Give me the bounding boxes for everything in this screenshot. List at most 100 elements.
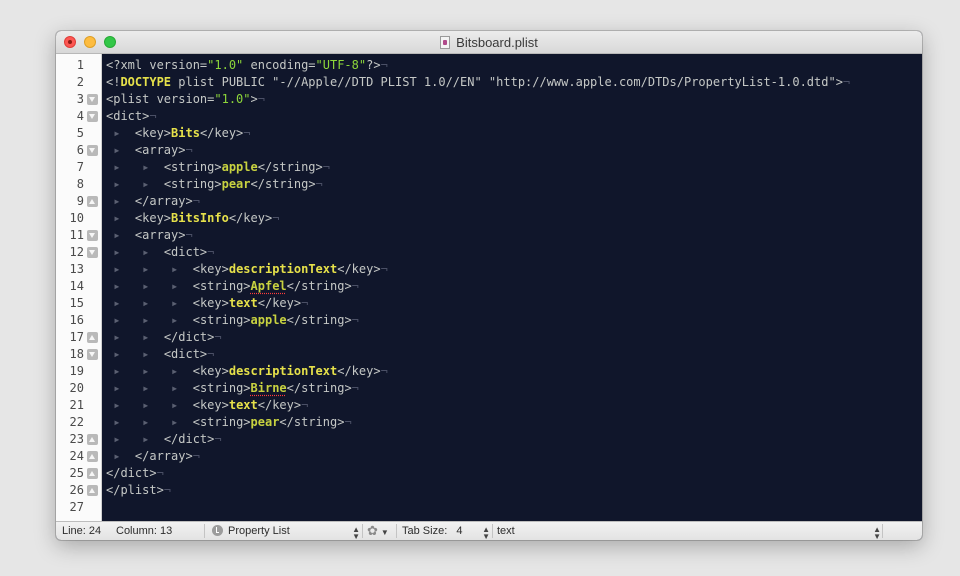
- title-bar: Bitsboard.plist: [56, 31, 922, 54]
- code-line[interactable]: ▸ ▸ <string>pear</string>¬: [102, 176, 922, 193]
- code-line[interactable]: </plist>¬: [102, 482, 922, 499]
- window-title: Bitsboard.plist: [56, 31, 922, 54]
- code-line-text: <?xml version="1.0" encoding="UTF-8"?>¬: [106, 57, 388, 74]
- code-line[interactable]: <dict>¬: [102, 108, 922, 125]
- fold-collapse-icon[interactable]: [87, 145, 98, 156]
- code-line[interactable]: ▸ <array>¬: [102, 227, 922, 244]
- gutter-row: 2: [56, 74, 101, 91]
- code-line-text: ▸ <array>¬: [106, 142, 193, 159]
- markup-token: </key>: [257, 398, 302, 412]
- line-number: 22: [69, 415, 84, 429]
- code-line[interactable]: <!DOCTYPE plist PUBLIC "-//Apple//DTD PL…: [102, 74, 922, 91]
- line-number: 5: [76, 126, 84, 140]
- gutter-row: 9: [56, 193, 101, 210]
- fold-collapse-icon[interactable]: [87, 111, 98, 122]
- code-line[interactable]: ▸ ▸ </dict>¬: [102, 431, 922, 448]
- code-line-text: ▸ ▸ </dict>¬: [106, 431, 221, 448]
- end-of-line-marker-icon: ¬: [185, 143, 193, 157]
- token-value: BitsInfo: [171, 211, 229, 225]
- plist-document-icon: [440, 36, 451, 49]
- indent-guide-icon: ▸: [106, 432, 135, 446]
- fold-end-icon[interactable]: [87, 451, 98, 462]
- line-number: 27: [69, 500, 84, 514]
- code-line[interactable]: ▸ ▸ <dict>¬: [102, 346, 922, 363]
- code-line[interactable]: ▸ ▸ ▸ <string>pear</string>¬: [102, 414, 922, 431]
- code-line[interactable]: <plist version="1.0">¬: [102, 91, 922, 108]
- indent-guide-icon: ▸: [163, 381, 193, 395]
- gutter-row: 25: [56, 465, 101, 482]
- end-of-line-marker-icon: ¬: [185, 228, 193, 242]
- fold-collapse-icon[interactable]: [87, 349, 98, 360]
- fold-collapse-icon[interactable]: [87, 247, 98, 258]
- code-line[interactable]: ▸ ▸ </dict>¬: [102, 329, 922, 346]
- fold-collapse-icon[interactable]: [87, 94, 98, 105]
- code-line[interactable]: ▸ ▸ ▸ <string>apple</string>¬: [102, 312, 922, 329]
- code-line[interactable]: ▸ <array>¬: [102, 142, 922, 159]
- indent-guide-icon: ▸: [134, 279, 164, 293]
- code-line[interactable]: ▸ ▸ ▸ <key>descriptionText</key>¬: [102, 363, 922, 380]
- markup-token: <array>: [134, 228, 186, 242]
- fold-end-icon[interactable]: [87, 485, 98, 496]
- code-line[interactable]: ▸ ▸ ▸ <key>descriptionText</key>¬: [102, 261, 922, 278]
- code-line[interactable]: ▸ </array>¬: [102, 448, 922, 465]
- fold-end-icon[interactable]: [87, 434, 98, 445]
- end-of-line-marker-icon: ¬: [351, 381, 359, 395]
- status-divider: [882, 524, 883, 538]
- code-line[interactable]: </dict>¬: [102, 465, 922, 482]
- end-of-line-marker-icon: ¬: [301, 398, 309, 412]
- fold-end-icon[interactable]: [87, 468, 98, 479]
- gutter-row: 4: [56, 108, 101, 125]
- end-of-line-marker-icon: ¬: [149, 109, 157, 123]
- code-line[interactable]: ▸ ▸ ▸ <string>Birne</string>¬: [102, 380, 922, 397]
- markup-token: </string>: [250, 177, 316, 191]
- code-line[interactable]: ▸ <key>BitsInfo</key>¬: [102, 210, 922, 227]
- code-line[interactable]: ▸ ▸ ▸ <key>text</key>¬: [102, 295, 922, 312]
- code-line-text: </dict>¬: [106, 465, 164, 482]
- indent-guide-icon: ▸: [134, 398, 164, 412]
- tab-size-selector[interactable]: Tab Size: 4 ▲ ▼: [402, 522, 490, 540]
- indent-guide-icon: ▸: [106, 211, 135, 225]
- code-line[interactable]: ▸ ▸ <string>apple</string>¬: [102, 159, 922, 176]
- markup-token: <string>: [192, 415, 251, 429]
- markup-token: plist PUBLIC "-//Apple//DTD PLIST 1.0//E…: [171, 75, 843, 89]
- indent-guide-icon: ▸: [163, 296, 193, 310]
- code-editor[interactable]: 1 2 3 4 5 6 7 8 9 10 11 12 13 14 15 16 17 18 19 20 21 22 23 24 2…: [56, 54, 922, 521]
- syntax-selector[interactable]: Property List ▲ ▼: [212, 522, 360, 540]
- token-value: DOCTYPE: [120, 75, 172, 89]
- symbol-selector[interactable]: text ▲ ▼: [497, 522, 881, 540]
- code-area[interactable]: <?xml version="1.0" encoding="UTF-8"?>¬ <…: [102, 54, 922, 521]
- code-line[interactable]: ▸ </array>¬: [102, 193, 922, 210]
- status-divider: [204, 524, 205, 538]
- code-line[interactable]: ▸ ▸ ▸ <key>text</key>¬: [102, 397, 922, 414]
- checkmark-circle-icon: [212, 525, 223, 536]
- code-line[interactable]: [102, 499, 922, 516]
- code-line-text: <plist version="1.0">¬: [106, 91, 265, 108]
- token-value: text: [228, 296, 258, 310]
- indent-guide-icon: ▸: [106, 143, 135, 157]
- fold-collapse-icon[interactable]: [87, 230, 98, 241]
- line-number: 23: [69, 432, 84, 446]
- fold-end-icon[interactable]: [87, 332, 98, 343]
- code-line[interactable]: ▸ ▸ ▸ <string>Apfel</string>¬: [102, 278, 922, 295]
- token-value: descriptionText: [228, 364, 338, 378]
- line-number: 3: [76, 92, 84, 106]
- gutter-row: 22: [56, 414, 101, 431]
- line-number: 15: [69, 296, 84, 310]
- markup-token: <key>: [134, 211, 172, 225]
- indent-guide-icon: ▸: [106, 177, 135, 191]
- end-of-line-marker-icon: ¬: [214, 330, 222, 344]
- settings-menu-button[interactable]: ✿ ▼: [367, 522, 389, 540]
- code-line[interactable]: ▸ <key>Bits</key>¬: [102, 125, 922, 142]
- code-line[interactable]: ▸ ▸ <dict>¬: [102, 244, 922, 261]
- gutter-row: 24: [56, 448, 101, 465]
- line-number-gutter: 1 2 3 4 5 6 7 8 9 10 11 12 13 14 15 16 17 18 19 20 21 22 23 24 2…: [56, 54, 102, 521]
- end-of-line-marker-icon: ¬: [207, 245, 215, 259]
- fold-end-icon[interactable]: [87, 196, 98, 207]
- line-number: 20: [69, 381, 84, 395]
- end-of-line-marker-icon: ¬: [380, 58, 388, 72]
- indent-guide-icon: ▸: [106, 415, 135, 429]
- code-line-text: ▸ ▸ ▸ <string>Apfel</string>¬: [106, 278, 359, 295]
- markup-token: <dict>: [163, 245, 208, 259]
- code-line[interactable]: <?xml version="1.0" encoding="UTF-8"?>¬: [102, 57, 922, 74]
- gutter-row: 27: [56, 499, 101, 516]
